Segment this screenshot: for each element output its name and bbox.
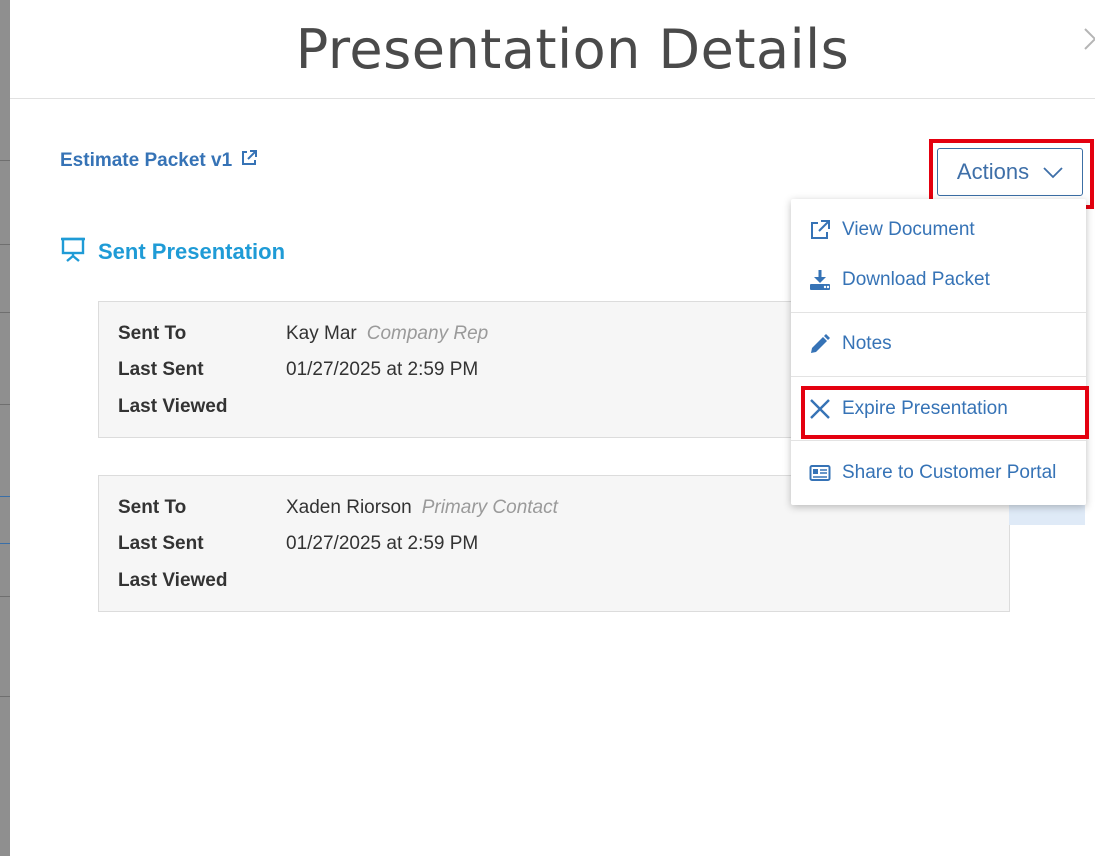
background-divider — [0, 312, 10, 313]
presentation-details-modal: Presentation Details Estimate Packet v1 … — [10, 0, 1095, 856]
background-divider — [0, 696, 10, 697]
menu-item-label: Notes — [842, 333, 892, 354]
menu-divider — [791, 312, 1086, 313]
sent-to-label: Sent To — [118, 497, 187, 518]
last-sent-value: 01/27/2025 at 2:59 PM — [286, 359, 479, 380]
last-sent-label: Last Sent — [118, 359, 204, 380]
actions-menu: View Document Download Packet Notes Expi… — [791, 199, 1086, 505]
recipient-name: Kay Mar — [286, 323, 357, 344]
background-divider — [0, 244, 10, 245]
estimate-packet-link[interactable]: Estimate Packet v1 — [60, 149, 258, 173]
sent-to-label: Sent To — [118, 323, 187, 344]
sent-to-value: Xaden Riorson Primary Contact — [286, 497, 558, 519]
external-link-icon — [808, 218, 832, 242]
last-viewed-label: Last Viewed — [118, 570, 228, 591]
highlight-box-expire — [801, 386, 1089, 439]
menu-item-view-document[interactable]: View Document — [791, 210, 1086, 250]
download-icon — [808, 268, 832, 292]
background-divider — [0, 596, 10, 597]
menu-item-share-to-customer-portal[interactable]: Share to Customer Portal — [791, 453, 1086, 493]
presentation-screen-icon — [60, 236, 86, 268]
background-divider — [0, 160, 10, 161]
background-tab-edge — [0, 496, 10, 544]
modal-header: Presentation Details — [10, 0, 1095, 99]
menu-item-download-packet[interactable]: Download Packet — [791, 260, 1086, 300]
sent-presentation-heading: Sent Presentation — [60, 236, 285, 268]
menu-divider — [791, 376, 1086, 377]
external-link-icon — [240, 149, 258, 173]
pencil-icon — [808, 332, 832, 356]
row-highlight-peek — [1009, 505, 1085, 525]
recipient-name: Xaden Riorson — [286, 497, 412, 518]
menu-divider — [791, 440, 1086, 441]
background-page-sliver — [0, 0, 10, 856]
last-viewed-label: Last Viewed — [118, 396, 228, 417]
last-sent-value: 01/27/2025 at 2:59 PM — [286, 533, 479, 554]
sent-to-value: Kay Mar Company Rep — [286, 323, 488, 345]
recipient-role: Company Rep — [366, 323, 489, 344]
sent-presentation-title: Sent Presentation — [98, 239, 286, 264]
background-divider — [0, 404, 10, 405]
menu-item-label: Download Packet — [842, 269, 990, 290]
menu-item-notes[interactable]: Notes — [791, 324, 1086, 364]
menu-item-label: Share to Customer Portal — [842, 462, 1057, 483]
packet-link-label: Estimate Packet v1 — [60, 150, 233, 171]
recipient-role: Primary Contact — [421, 497, 558, 518]
close-icon[interactable] — [1083, 26, 1095, 52]
last-sent-label: Last Sent — [118, 533, 204, 554]
id-card-icon — [808, 461, 832, 485]
modal-title: Presentation Details — [295, 18, 850, 81]
menu-item-label: View Document — [842, 219, 975, 240]
